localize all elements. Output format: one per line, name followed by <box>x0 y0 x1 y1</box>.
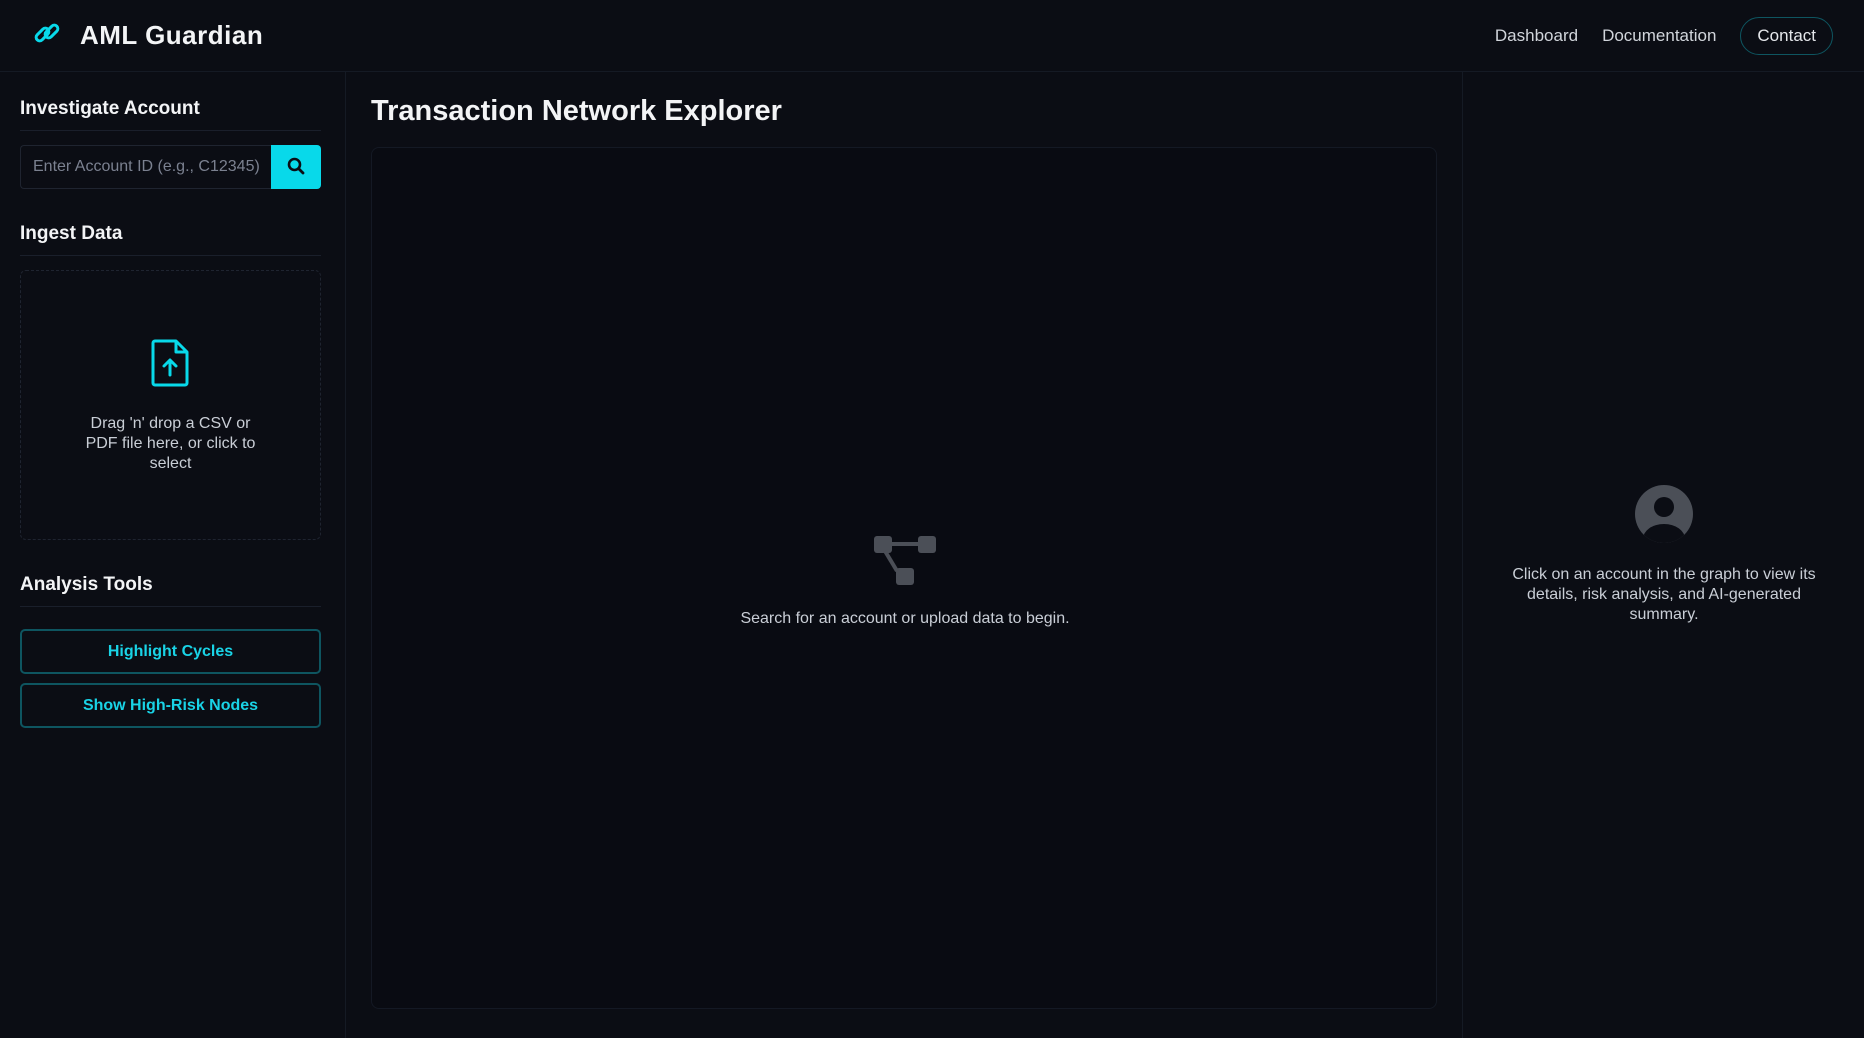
graph-empty-state: Search for an account or upload data to … <box>372 534 1438 628</box>
top-nav: Dashboard Documentation Contact <box>1495 16 1833 55</box>
file-upload-icon <box>149 337 193 414</box>
graph-empty-message: Search for an account or upload data to … <box>740 610 1070 627</box>
app-root: AML Guardian Dashboard Documentation Con… <box>0 0 1864 1038</box>
network-graph-canvas[interactable]: Search for an account or upload data to … <box>371 147 1437 1009</box>
page-title: Transaction Network Explorer <box>371 95 782 127</box>
details-placeholder-message: Click on an account in the graph to view… <box>1512 566 1816 623</box>
search-icon <box>286 156 306 179</box>
ingest-data-heading: Ingest Data <box>20 223 321 256</box>
top-header: AML Guardian Dashboard Documentation Con… <box>0 0 1864 72</box>
account-details-panel: Click on an account in the graph to view… <box>1462 72 1864 1038</box>
user-circle-icon <box>1634 484 1694 565</box>
account-id-input[interactable] <box>20 145 271 189</box>
highlight-cycles-button[interactable]: Highlight Cycles <box>20 629 321 674</box>
network-icon <box>873 534 937 610</box>
details-empty-state: Click on an account in the graph to view… <box>1463 484 1864 625</box>
nav-documentation-link[interactable]: Documentation <box>1602 26 1716 46</box>
contact-button[interactable]: Contact <box>1740 16 1833 55</box>
nav-dashboard-link[interactable]: Dashboard <box>1495 26 1578 46</box>
investigate-account-heading: Investigate Account <box>20 98 321 131</box>
show-high-risk-nodes-button[interactable]: Show High-Risk Nodes <box>20 683 321 728</box>
file-dropzone[interactable]: Drag 'n' drop a CSV or PDF file here, or… <box>20 270 321 540</box>
link-icon <box>32 18 62 53</box>
search-button[interactable] <box>271 145 321 189</box>
app-title: AML Guardian <box>80 20 264 50</box>
dropzone-instructions: Drag 'n' drop a CSV or PDF file here, or… <box>85 414 256 472</box>
account-search <box>20 145 321 189</box>
left-sidebar: Investigate Account Ingest Data <box>0 72 346 1038</box>
brand[interactable]: AML Guardian <box>32 18 263 53</box>
analysis-tools-heading: Analysis Tools <box>20 574 321 607</box>
